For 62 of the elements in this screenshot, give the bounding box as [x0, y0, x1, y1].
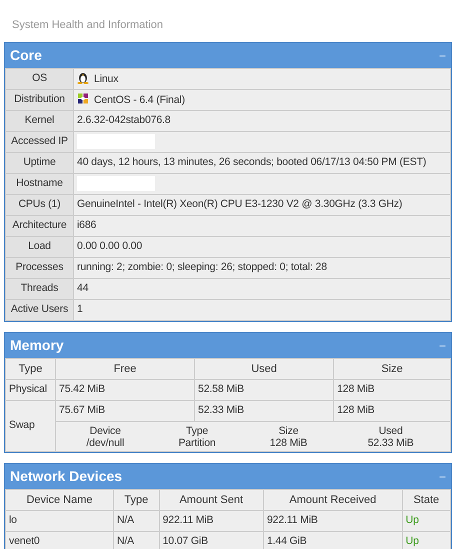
value-cell: i686: [74, 216, 450, 236]
row-label: Uptime: [6, 152, 74, 174]
value-text: CentOS - 6.4 (Final): [94, 94, 185, 106]
table-cell: 128 MiB: [334, 380, 450, 400]
row-label: Processes: [6, 258, 74, 278]
state-cell: Up: [402, 510, 450, 532]
penguin-icon: [77, 70, 89, 84]
value-cell: 0.00 0.00 0.00: [74, 236, 450, 258]
value-text: Linux: [94, 72, 118, 85]
table-cell: Swap: [6, 400, 56, 452]
column-header: Device Name: [6, 490, 114, 510]
value-cell: 2.6.32-042stab076.8: [74, 110, 450, 132]
row-label: Kernel: [6, 110, 74, 132]
value-cell: GenuineIntel - Intel(R) Xeon(R) CPU E3-1230 V2 @ 3.30GHz (3.3 GHz): [74, 194, 450, 216]
table-cell: 922.11 MiB: [263, 510, 402, 532]
panel-title: Network Devices: [10, 467, 122, 486]
row-label: Architecture: [6, 216, 74, 236]
collapse-button[interactable]: −: [438, 46, 446, 64]
column-header: Size: [278, 424, 300, 436]
table-cell: 52.58 MiB: [194, 380, 334, 400]
row-label: Load: [6, 236, 74, 258]
row-label: CPUs (1): [6, 194, 74, 216]
row-label: Distribution: [6, 90, 74, 110]
collapse-button[interactable]: −: [438, 336, 446, 354]
row-label: OS: [6, 68, 74, 90]
column-header: Type: [184, 424, 210, 436]
table-cell: lo: [6, 510, 114, 532]
row-label: Active Users: [6, 300, 74, 320]
table-cell: 75.67 MiB: [56, 400, 195, 422]
column-header: Device: [88, 424, 122, 436]
table-cell: 75.42 MiB: [56, 380, 195, 400]
table-cell-text: 128 MiB: [268, 436, 308, 448]
column-header: Free: [56, 358, 195, 380]
row-label: Hostname: [6, 174, 74, 194]
page-title: System Health and Information: [11, 18, 164, 33]
column-header: Size: [334, 358, 450, 380]
column-header: Type: [113, 490, 160, 510]
table-cell-text: /dev/null: [85, 436, 126, 448]
table-cell: 922.11 MiB: [159, 510, 264, 532]
table-cell: N/A: [113, 510, 160, 532]
table-cell-text: 52.33 MiB: [366, 436, 415, 448]
panel-title: Memory: [10, 336, 64, 355]
flower-icon: [77, 92, 89, 105]
value-cell: 1: [74, 300, 450, 320]
collapse-button[interactable]: −: [438, 468, 446, 486]
column-header: Type: [6, 358, 56, 380]
column-header: Used: [194, 358, 334, 380]
panel-title: Core: [10, 46, 42, 65]
column-header: Amount Sent: [159, 490, 264, 510]
table-cell: venet0: [6, 532, 114, 549]
table-cell-text: Partition: [177, 436, 217, 448]
table-cell: 128 MiB: [334, 400, 450, 422]
column-header: Amount Received: [263, 490, 402, 510]
value-cell: 40 days, 12 hours, 13 minutes, 26 seconds; booted 06/17/13 04:50 PM (EST): [74, 152, 450, 174]
row-label: Threads: [6, 278, 74, 300]
value-cell: running: 2; zombie: 0; sleeping: 26; stopped: 0; total: 28: [74, 258, 450, 278]
row-label: Accessed IP: [6, 132, 74, 152]
value-cell: 44: [74, 278, 450, 300]
table-cell: Physical: [6, 380, 56, 400]
column-header: Used: [378, 424, 404, 436]
column-header: State: [402, 490, 450, 510]
table-cell: 52.33 MiB: [194, 400, 334, 422]
